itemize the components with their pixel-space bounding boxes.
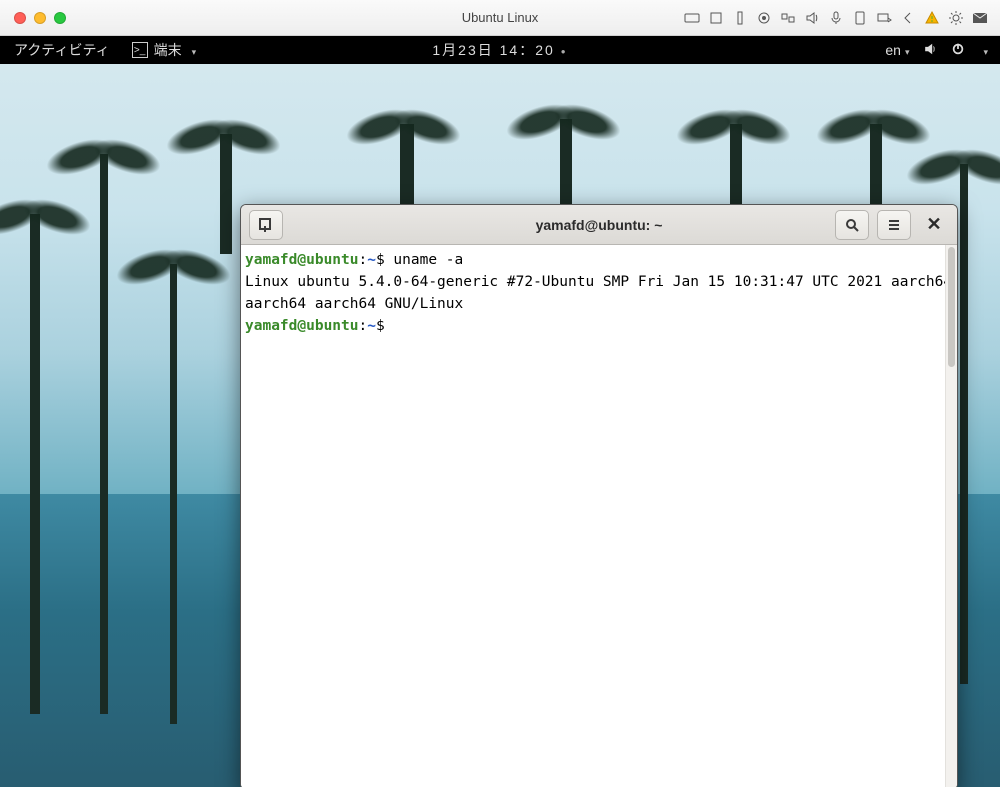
network-icon[interactable]	[876, 10, 892, 26]
prompt-user: yamafd@ubuntu	[245, 252, 359, 268]
system-menu-chevron-icon[interactable]	[979, 42, 988, 58]
display-arrange-icon[interactable]	[780, 10, 796, 26]
terminal-window: yamafd@ubuntu: ~ ✕ yamafd@ubuntu:~$ unam…	[240, 204, 958, 787]
power-icon[interactable]	[951, 42, 965, 59]
desktop-background: yamafd@ubuntu: ~ ✕ yamafd@ubuntu:~$ unam…	[0, 64, 1000, 787]
mic-icon[interactable]	[828, 10, 844, 26]
command-text: uname -a	[385, 252, 464, 268]
output-text: Linux ubuntu 5.4.0-64-generic #72-Ubuntu…	[245, 274, 958, 312]
input-source-indicator[interactable]: en	[885, 42, 909, 58]
traffic-lights	[0, 12, 66, 24]
warning-icon[interactable]	[924, 10, 940, 26]
mail-icon[interactable]	[972, 10, 988, 26]
active-app-label: 端末	[154, 40, 182, 60]
prompt-user: yamafd@ubuntu	[245, 318, 359, 334]
panel-volume-icon[interactable]	[923, 42, 937, 59]
cpu-icon[interactable]	[708, 10, 724, 26]
terminal-menu-button[interactable]	[877, 210, 911, 240]
terminal-search-button[interactable]	[835, 210, 869, 240]
host-tray	[684, 10, 1000, 26]
record-icon[interactable]	[756, 10, 772, 26]
host-titlebar: Ubuntu Linux	[0, 0, 1000, 36]
minimize-window-button[interactable]	[34, 12, 46, 24]
new-tab-button[interactable]	[249, 210, 283, 240]
settings-gear-icon[interactable]	[948, 10, 964, 26]
terminal-output-area[interactable]: yamafd@ubuntu:~$ uname -a Linux ubuntu 5…	[241, 245, 957, 787]
cursor	[385, 318, 394, 334]
terminal-close-button[interactable]: ✕	[919, 214, 949, 235]
keyboard-icon[interactable]	[684, 10, 700, 26]
prompt-path: ~	[367, 318, 376, 334]
close-window-button[interactable]	[14, 12, 26, 24]
terminal-titlebar[interactable]: yamafd@ubuntu: ~ ✕	[241, 205, 957, 245]
volume-icon[interactable]	[804, 10, 820, 26]
usb-icon[interactable]	[732, 10, 748, 26]
terminal-scrollbar[interactable]	[945, 245, 957, 787]
prompt-path: ~	[367, 252, 376, 268]
gnome-top-panel: アクティビティ >_ 端末 1月23日 14：20 en	[0, 36, 1000, 64]
tablet-icon[interactable]	[852, 10, 868, 26]
zoom-window-button[interactable]	[54, 12, 66, 24]
chevron-down-icon	[188, 42, 197, 58]
active-app-menu[interactable]: >_ 端末	[132, 40, 197, 60]
activities-button[interactable]: アクティビティ	[14, 40, 110, 60]
scrollbar-thumb[interactable]	[948, 247, 955, 367]
terminal-app-icon: >_	[132, 42, 148, 58]
back-icon[interactable]	[900, 10, 916, 26]
